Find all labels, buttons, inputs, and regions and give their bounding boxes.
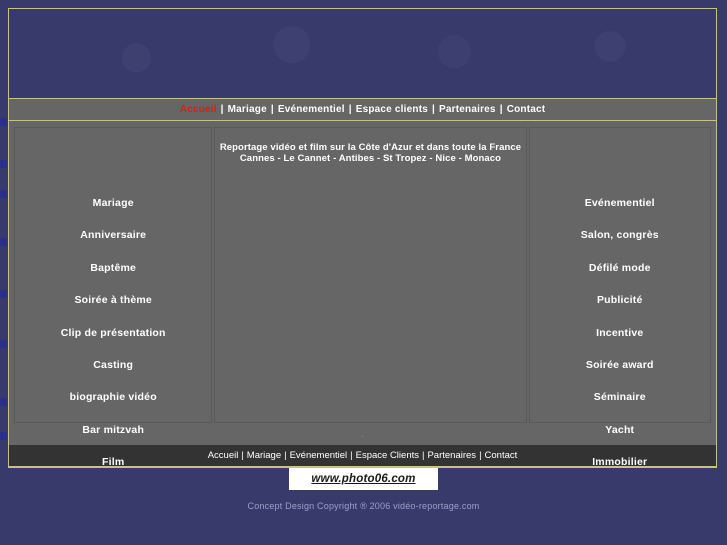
- logo-container: www.photo06.com: [0, 468, 727, 490]
- edge-marker: [0, 160, 7, 168]
- list-item: Incentive: [530, 323, 710, 341]
- list-item: Salon, congrès: [530, 225, 710, 243]
- right-menu-list: Evénementiel Salon, congrès Défilé mode …: [530, 128, 710, 470]
- photo06-logo[interactable]: www.photo06.com: [289, 468, 438, 490]
- bottomnav-item-accueil[interactable]: Accueil: [205, 450, 242, 461]
- list-item: Défilé mode: [530, 258, 710, 276]
- left-menu-item-bapteme[interactable]: Baptême: [90, 262, 136, 274]
- edge-marker: [0, 340, 7, 348]
- bottomnav-item-mariage[interactable]: Mariage: [244, 450, 284, 461]
- edge-marker: [0, 190, 7, 198]
- list-item: Clip de présentation: [15, 323, 211, 341]
- edge-marker: [0, 432, 7, 440]
- list-item: Baptême: [15, 258, 211, 276]
- topnav-item-accueil[interactable]: Accueil: [177, 104, 220, 115]
- list-item: Mariage: [15, 193, 211, 211]
- bottomnav-item-partenaires[interactable]: Partenaires: [424, 450, 479, 461]
- list-item: Publicité: [530, 290, 710, 308]
- edge-marker: [0, 398, 7, 406]
- topnav-item-evenementiel[interactable]: Evénementiel: [275, 104, 348, 115]
- right-menu-item-soiree-award[interactable]: Soirée award: [586, 359, 654, 371]
- right-menu-item-yacht[interactable]: Yacht: [605, 424, 634, 436]
- bottomnav-item-espace-clients[interactable]: Espace Clients: [353, 450, 422, 461]
- topnav-item-mariage[interactable]: Mariage: [225, 104, 270, 115]
- left-menu-item-casting[interactable]: Casting: [93, 359, 133, 371]
- left-menu-list: Mariage Anniversaire Baptême Soirée à th…: [15, 128, 211, 470]
- left-menu-column: Mariage Anniversaire Baptême Soirée à th…: [14, 127, 213, 468]
- left-edge-markers: [0, 0, 8, 545]
- right-menu-item-defile-mode[interactable]: Défilé mode: [589, 262, 651, 274]
- tagline-line-1: Reportage vidéo et film sur la Côte d'Az…: [219, 142, 522, 153]
- tagline-line-2: Cannes - Le Cannet - Antibes - St Tropez…: [239, 153, 502, 164]
- right-menu-item-salon-congres[interactable]: Salon, congrès: [581, 229, 659, 241]
- top-navigation[interactable]: Accueil | Mariage | Evénementiel | Espace c…: [9, 98, 716, 121]
- edge-marker: [0, 118, 7, 126]
- right-menu-item-incentive[interactable]: Incentive: [596, 327, 643, 339]
- left-menu-item-film[interactable]: Film: [102, 456, 124, 468]
- center-column: Reportage vidéo et film sur la Côte d'Az…: [214, 127, 527, 423]
- bottomnav-item-evenementiel[interactable]: Evénementiel: [287, 450, 351, 461]
- bottomnav-item-contact[interactable]: Contact: [482, 450, 521, 461]
- right-menu-item-evenementiel[interactable]: Evénementiel: [585, 197, 655, 209]
- list-item: biographie vidéo: [15, 387, 211, 405]
- left-menu-item-anniversaire[interactable]: Anniversaire: [80, 229, 146, 241]
- page-frame: Accueil | Mariage | Evénementiel | Espace c…: [8, 8, 717, 468]
- left-menu-item-clip-de-presentation[interactable]: Clip de présentation: [61, 327, 166, 339]
- topnav-item-espace-clients[interactable]: Espace clients: [353, 104, 431, 115]
- left-menu-item-biographie-video[interactable]: biographie vidéo: [70, 391, 157, 403]
- main-content: Mariage Anniversaire Baptême Soirée à th…: [9, 121, 716, 468]
- list-item: Soirée à thème: [15, 290, 211, 308]
- right-menu-item-immobilier[interactable]: Immobilier: [592, 456, 647, 468]
- left-menu-item-soiree-a-theme[interactable]: Soirée à thème: [74, 294, 152, 306]
- tagline: Reportage vidéo et film sur la Côte d'Az…: [215, 142, 525, 164]
- list-item: Soirée award: [530, 355, 710, 373]
- topnav-item-contact[interactable]: Contact: [504, 104, 549, 115]
- edge-marker: [0, 238, 7, 246]
- list-item: Yacht: [530, 420, 710, 438]
- right-menu-column: Evénementiel Salon, congrès Défilé mode …: [528, 127, 711, 468]
- header-banner: [9, 9, 716, 98]
- right-menu-item-publicite[interactable]: Publicité: [597, 294, 643, 306]
- list-item: Anniversaire: [15, 225, 211, 243]
- list-item: Séminaire: [530, 387, 710, 405]
- left-menu-item-bar-mitzvah[interactable]: Bar mitzvah: [82, 424, 144, 436]
- list-item: Bar mitzvah: [15, 420, 211, 438]
- footer-copyright: Concept Design Copyright ® 2006 vidéo-re…: [247, 501, 480, 511]
- topnav-item-partenaires[interactable]: Partenaires: [436, 104, 499, 115]
- edge-marker: [0, 290, 7, 298]
- left-menu-item-mariage[interactable]: Mariage: [93, 197, 134, 209]
- list-item: Evénementiel: [530, 193, 710, 211]
- list-item: Casting: [15, 355, 211, 373]
- right-menu-item-seminaire[interactable]: Séminaire: [594, 391, 646, 403]
